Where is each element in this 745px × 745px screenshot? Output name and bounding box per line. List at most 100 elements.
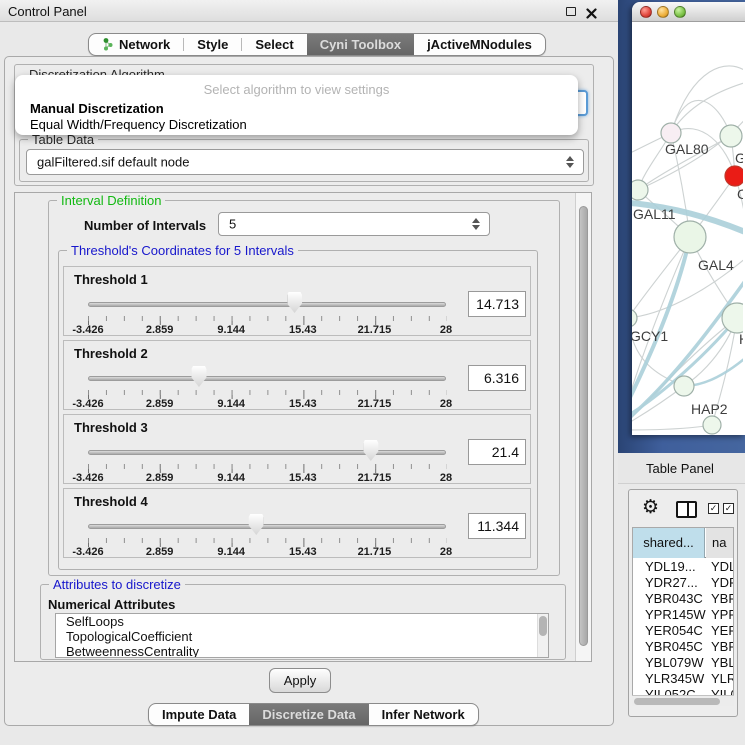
combo-stepper-icon	[566, 155, 575, 169]
float-window-icon[interactable]	[566, 7, 576, 16]
dropdown-option-manual[interactable]: Manual Discretization	[18, 101, 575, 117]
apply-button[interactable]: Apply	[269, 668, 331, 693]
node-gal4[interactable]	[674, 221, 706, 253]
slider-track[interactable]	[88, 450, 446, 455]
slider-ticks	[88, 390, 447, 395]
threshold-value-field[interactable]: 21.4	[468, 439, 526, 465]
tab-label: Cyni Toolbox	[320, 37, 401, 52]
threshold-value-field[interactable]: 14.713	[468, 291, 526, 317]
combo-value: 5	[229, 217, 236, 232]
column-header-name[interactable]: na	[706, 528, 734, 558]
num-intervals-combobox[interactable]: 5	[218, 212, 490, 236]
node-gcy1[interactable]	[632, 309, 637, 327]
tab-network[interactable]: Network	[89, 34, 183, 55]
scrollbar-thumb[interactable]	[579, 206, 588, 646]
threshold-4-slider[interactable]: -3.426 2.859 9.144 15.43 21.715 28	[88, 511, 446, 557]
threshold-label: Threshold 1	[74, 272, 148, 287]
slider-track[interactable]	[88, 376, 446, 381]
threshold-1-panel: Threshold 1 -3.426 2.859 9.144 15.43 21.…	[63, 266, 531, 336]
split-view-icon[interactable]	[676, 501, 697, 518]
table-row[interactable]: YDR27...YDR2	[633, 575, 734, 591]
close-icon[interactable]	[586, 6, 597, 17]
tab-label: Impute Data	[162, 707, 236, 722]
threshold-label: Threshold 2	[74, 346, 148, 361]
tab-impute-data[interactable]: Impute Data	[149, 704, 249, 725]
algorithm-dropdown-popup: Select algorithm to view settings Manual…	[15, 75, 578, 135]
slider-track[interactable]	[88, 302, 446, 307]
minimize-traffic-light[interactable]	[657, 6, 669, 18]
slider-thumb[interactable]	[191, 366, 206, 387]
tab-infer-network[interactable]: Infer Network	[369, 704, 478, 725]
slider-tick-labels: -3.426 2.859 9.144 15.43 21.715 28	[88, 324, 446, 336]
node-attribute-table[interactable]: shared... na YDL19...YDL1 YDR27...YDR2 Y…	[632, 527, 734, 705]
list-item[interactable]: TopologicalCoefficient	[56, 629, 548, 644]
tab-select[interactable]: Select	[242, 34, 306, 55]
network-window-titlebar[interactable]	[632, 2, 745, 22]
panel-title: Control Panel	[8, 4, 87, 19]
node-hap2[interactable]	[674, 376, 694, 396]
table-row[interactable]: YLR345WYLR3	[633, 671, 734, 687]
threshold-2-panel: Threshold 2 -3.426 2.859 9.144 15.43 21.…	[63, 340, 531, 410]
tab-style[interactable]: Style	[184, 34, 241, 55]
node-label-partial: H	[739, 331, 743, 347]
slider-thumb[interactable]	[287, 292, 302, 313]
slider-ticks	[88, 464, 447, 469]
combo-value: galFiltered.sif default node	[37, 155, 189, 170]
table-data-combobox[interactable]: galFiltered.sif default node	[26, 149, 584, 175]
table-row[interactable]: YDL19...YDL1	[633, 559, 734, 575]
tab-discretize-data[interactable]: Discretize Data	[249, 704, 368, 725]
tab-label: Select	[255, 37, 293, 52]
group-title: Threshold's Coordinates for 5 Intervals	[67, 243, 298, 258]
slider-tick-labels: -3.426 2.859 9.144 15.43 21.715 28	[88, 398, 446, 410]
tab-cyni-toolbox[interactable]: Cyni Toolbox	[307, 34, 414, 55]
scrollbar-thumb[interactable]	[634, 698, 720, 705]
control-panel-titlebar: Control Panel	[0, 0, 618, 22]
checkbox-icon[interactable]: ✓	[723, 503, 734, 514]
table-row[interactable]: YER054CYER0	[633, 623, 734, 639]
numerical-attributes-list[interactable]: SelfLoops TopologicalCoefficient Between…	[55, 613, 549, 658]
threshold-2-slider[interactable]: -3.426 2.859 9.144 15.43 21.715 28	[88, 363, 446, 409]
close-traffic-light[interactable]	[640, 6, 652, 18]
checkbox-icon[interactable]: ✓	[708, 503, 719, 514]
slider-thumb[interactable]	[249, 514, 264, 535]
table-horizontal-scrollbar[interactable]	[632, 695, 734, 706]
column-header-shared-name[interactable]: shared...	[633, 528, 705, 558]
threshold-value-field[interactable]: 6.316	[468, 365, 526, 391]
slider-track[interactable]	[88, 524, 446, 529]
node-gal11[interactable]	[632, 180, 648, 200]
slider-tick-labels: -3.426 2.859 9.144 15.43 21.715 28	[88, 472, 446, 484]
threshold-1-slider[interactable]: -3.426 2.859 9.144 15.43 21.715 28	[88, 289, 446, 335]
network-window: GAL80 G C GAL11 GAL4 GCY1 H HAP2	[632, 2, 745, 435]
combo-stepper-icon	[472, 217, 481, 231]
threshold-value-field[interactable]: 11.344	[468, 513, 526, 539]
list-item[interactable]: SelfLoops	[56, 614, 548, 629]
list-item[interactable]: BetweennessCentrality	[56, 644, 548, 658]
node[interactable]	[703, 416, 721, 434]
dropdown-placeholder: Select algorithm to view settings	[15, 82, 578, 97]
table-row[interactable]: YBR045CYBR0	[633, 639, 734, 655]
gear-icon[interactable]: ⚙	[642, 498, 659, 517]
scrollbar-thumb[interactable]	[539, 616, 547, 636]
table-row[interactable]: YBL079WYBL0	[633, 655, 734, 671]
threshold-4-panel: Threshold 4 -3.426 2.859 9.144 15.43 21.…	[63, 488, 531, 558]
tab-label: jActiveMNodules	[427, 37, 532, 52]
bottom-tabs: Impute Data Discretize Data Infer Networ…	[148, 703, 479, 726]
network-canvas[interactable]: GAL80 G C GAL11 GAL4 GCY1 H HAP2	[632, 22, 743, 435]
node[interactable]	[720, 125, 742, 147]
table-header-row: shared... na	[633, 528, 734, 558]
settings-scrollbar[interactable]	[575, 193, 591, 661]
threshold-3-slider[interactable]: -3.426 2.859 9.144 15.43 21.715 28	[88, 437, 446, 483]
node-gal80[interactable]	[661, 123, 681, 143]
node-label-hap2: HAP2	[691, 401, 728, 417]
table-panel-titlebar: Table Panel	[618, 453, 745, 484]
table-row[interactable]: YPR145WYPR1	[633, 607, 734, 623]
node-selected-red[interactable]	[725, 166, 743, 186]
node-label-gal11: GAL11	[633, 206, 676, 222]
list-scrollbar[interactable]	[537, 614, 548, 657]
zoom-traffic-light[interactable]	[674, 6, 686, 18]
table-row[interactable]: YBR043CYBR0	[633, 591, 734, 607]
dropdown-option-equal-width[interactable]: Equal Width/Frequency Discretization	[18, 117, 575, 133]
tab-jactivemnodules[interactable]: jActiveMNodules	[414, 34, 545, 55]
node-label-partial: G	[735, 150, 743, 166]
slider-thumb[interactable]	[363, 440, 378, 461]
